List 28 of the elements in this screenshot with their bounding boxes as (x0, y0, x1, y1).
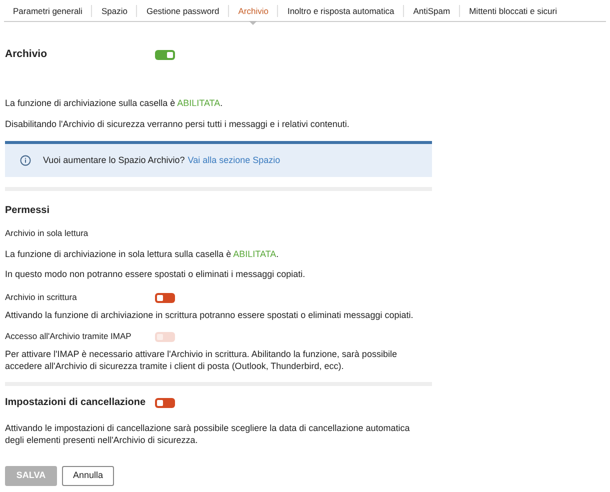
status-text: La funzione di archiviazione sulla casella è ABILITATA. (5, 97, 224, 110)
tab[interactable]: Spazio (92, 0, 136, 22)
warning-text: Disabilitando l'Archivio di sicurezza verranno persi tutti i messaggi e i relativi contenuti. (5, 118, 350, 131)
setting-label: Archivio in sola lettura (5, 227, 90, 240)
setting-description: Attivando le impostazioni di cancellazione sarà possibile scegliere la data di cancellazione automatica degli elementi presenti nell'Archivio di sicurezza. (5, 422, 410, 446)
status-text: La funzione di archiviazione in sola lettura sulla casella è ABILITATA. (5, 248, 280, 261)
section-title: Permessi (5, 204, 50, 218)
setting-description: Attivando la funzione di archiviazione in scrittura potranno essere spostati o eliminati messaggi copiati. (5, 308, 414, 321)
toggle-switch[interactable] (155, 292, 175, 303)
section-title: Impostazioni di cancellazione (5, 396, 147, 410)
toggle-switch[interactable] (155, 398, 175, 408)
note-text: In questo modo non potranno essere spostati o eliminati i messaggi copiati. (5, 268, 306, 282)
space-link[interactable]: Vai alla sezione Spazio (188, 154, 280, 168)
tab[interactable]: Mittenti bloccati e sicuri (460, 0, 566, 22)
setting-label: Archivio in scrittura (5, 291, 78, 304)
cancel-button[interactable]: Annulla (62, 466, 114, 486)
setting-label: Accesso all'Archivio tramite IMAP (5, 330, 132, 344)
tab[interactable]: Parametri generali (4, 0, 92, 22)
section-title: Archivio (5, 47, 48, 62)
setting-description: Per attivare l'IMAP è necessario attivare l'Archivio in scrittura. Abilitando la funzione, sarà possibile accedere all'Archivio di sicurezza tramite i client di posta (Outlook, Thunderbird, ecc). (5, 348, 398, 372)
tab[interactable]: AntiSpam (404, 0, 460, 22)
caret-icon (249, 20, 258, 24)
info-text: Vuoi aumentare lo Spazio Archivio? (43, 154, 185, 167)
info-icon (20, 155, 31, 166)
tab[interactable]: Gestione password (137, 0, 228, 22)
toggle-switch[interactable] (155, 50, 175, 60)
tab[interactable]: Archivio (229, 0, 278, 22)
tab[interactable]: Inoltro e risposta automatica (278, 0, 404, 22)
